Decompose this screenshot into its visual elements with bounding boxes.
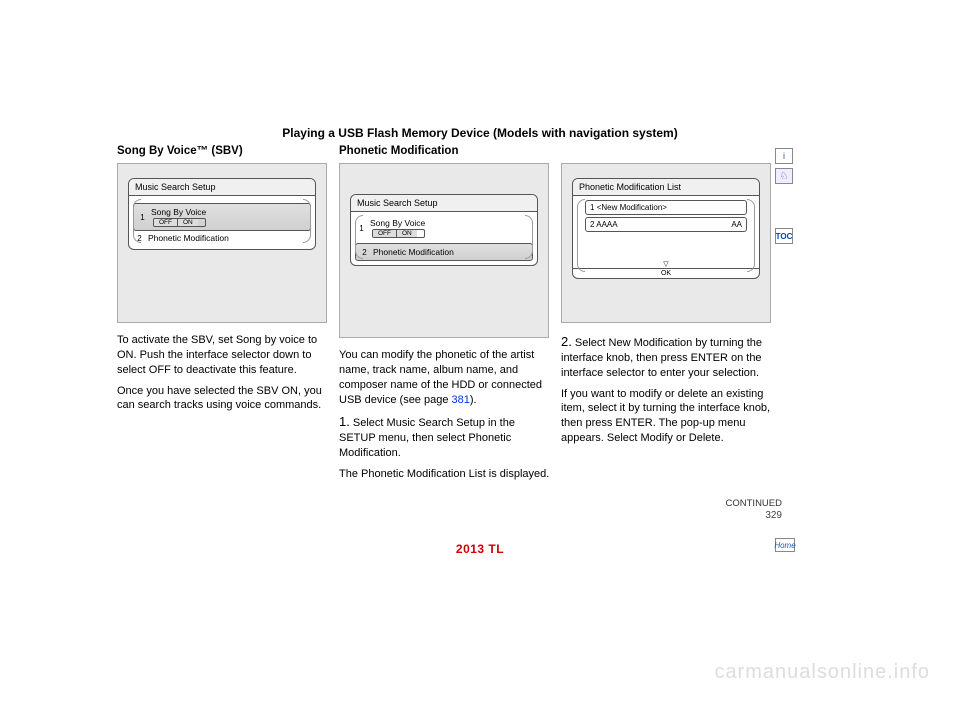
screen-music-search-setup-2: Music Search Setup 1 Song By Voice OFF O… [339,163,549,338]
step2-number: 2. [561,334,572,349]
screen2-row-phonetic[interactable]: 2 Phonetic Modification [355,243,533,261]
row2-label: Phonetic Modification [373,247,454,257]
row1-label: Song By Voice [370,218,425,228]
page-number: 329 [765,510,782,521]
screen2-title: Music Search Setup [351,195,537,212]
col1-para1: To activate the SBV, set Song by voice t… [117,333,332,378]
col2-heading: Phonetic Modification [339,145,554,157]
column-2: Phonetic Modification Music Search Setup… [339,145,554,488]
screen-phonetic-list: Phonetic Modification List 1 <New Modifi… [561,163,771,323]
r2-num: 2 [590,220,594,229]
col2-para2: The Phonetic Modification List is displa… [339,467,554,482]
screen1-row-song-by-voice[interactable]: 1 Song By Voice OFF ON [133,203,311,231]
left-arc-icon [577,199,585,272]
left-arc-icon [133,199,141,243]
col3-step2: 2. Select New Modification by turning th… [561,333,776,381]
column-3: Phonetic Modification List 1 <New Modifi… [561,145,776,452]
col2-para1: You can modify the phonetic of the artis… [339,348,554,407]
home-button[interactable]: Home [775,538,795,552]
toggle-on[interactable]: ON [178,219,198,226]
column-1: Song By Voice™ (SBV) Music Search Setup … [117,145,332,419]
row2-label: Phonetic Modification [148,233,229,243]
list-row-aaaa[interactable]: 2 AAAA AA [585,217,747,232]
list-row-new-modification[interactable]: 1 <New Modification> [585,200,747,215]
screen3-title: Phonetic Modification List [573,179,759,196]
toggle-off[interactable]: OFF [154,219,178,226]
screen2-row-song-by-voice[interactable]: 1 Song By Voice OFF ON [355,216,533,240]
step1-number: 1. [339,414,350,429]
left-arc-icon [355,215,363,259]
step1-text: Select Music Search Setup in the SETUP m… [339,417,515,459]
r2-right: AA [731,220,742,229]
continued-label: CONTINUED [726,498,782,509]
toc-button[interactable]: TOC [775,228,793,244]
step2-text: Select New Modification by turning the i… [561,337,762,379]
sidebar-badges: i ♘ TOC [775,148,795,244]
col2-para1-text: You can modify the phonetic of the artis… [339,349,542,406]
col1-para2: Once you have selected the SBV ON, you c… [117,384,332,414]
col2-step1: 1. Select Music Search Setup in the SETU… [339,413,554,461]
screen1-title: Music Search Setup [129,179,315,196]
info-icon[interactable]: i [775,148,793,164]
footer-model: 2013 TL [456,542,504,556]
page-section-title: Playing a USB Flash Memory Device (Model… [282,126,677,140]
col1-heading: Song By Voice™ (SBV) [117,145,332,157]
col2-para1-tail: ). [470,394,477,406]
col1-paragraphs: To activate the SBV, set Song by voice t… [117,333,332,413]
col2-paragraphs: You can modify the phonetic of the artis… [339,348,554,482]
watermark: carmanualsonline.info [714,661,930,684]
screen1-row-phonetic[interactable]: 2 Phonetic Modification [133,231,311,245]
r1-label: <New Modification> [597,203,667,212]
screen-music-search-setup-1: Music Search Setup 1 Song By Voice OFF O… [117,163,327,323]
toggle-off-on[interactable]: OFF ON [372,229,425,238]
right-arc-icon [303,199,311,243]
r2-label: AAAA [596,220,617,229]
toggle-off-on[interactable]: OFF ON [153,218,206,227]
ok-button[interactable]: OK [573,268,759,278]
toggle-on[interactable]: ON [397,230,417,237]
col3-para1: If you want to modify or delete an exist… [561,387,776,446]
toggle-off[interactable]: OFF [373,230,397,237]
right-arc-icon [525,215,533,259]
col3-paragraphs: 2. Select New Modification by turning th… [561,333,776,446]
page-link-381[interactable]: 381 [452,394,470,406]
row1-label: Song By Voice [151,207,206,217]
right-arc-icon [747,199,755,272]
car-icon[interactable]: ♘ [775,168,793,184]
r1-num: 1 [590,203,594,212]
